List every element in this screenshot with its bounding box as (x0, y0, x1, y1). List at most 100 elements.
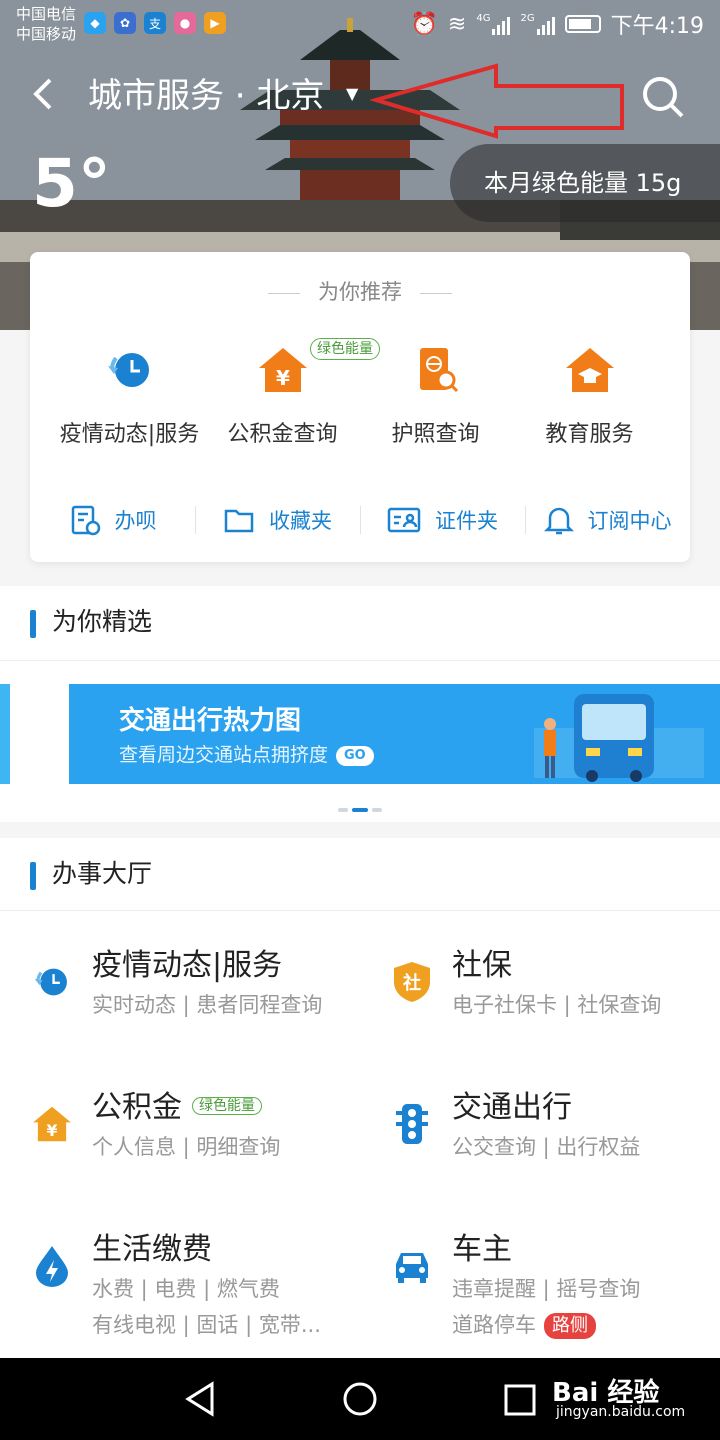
svg-text:¥: ¥ (47, 1121, 58, 1140)
section-marker (30, 610, 36, 638)
signal-4g-icon: 4G (476, 13, 511, 35)
baidu-app-icon: ✿ (114, 12, 136, 34)
yuan-house-icon: ¥ (255, 342, 311, 398)
service-desc: 实时动态 | 患者同程查询 (92, 993, 323, 1017)
featured-header: 为你精选 (0, 586, 720, 658)
search-button[interactable] (640, 74, 688, 122)
quick-favorites[interactable]: 收藏夹 (195, 496, 360, 544)
quick-subscriptions[interactable]: 订阅中心 (525, 496, 690, 544)
shield-icon: 社 (390, 960, 434, 1004)
traffic-light-icon (390, 1102, 434, 1146)
service-name: 疫情动态|服务 (92, 948, 283, 983)
status-bar: 中国电信 中国移动 ◆ ✿ 支 ● ▶ ⏰ ≋ 4G 2G 下午4:19 (0, 0, 720, 48)
hall-header: 办事大厅 (0, 838, 720, 910)
carrier-2: 中国移动 (16, 25, 77, 43)
service-name-text: 公积金 (92, 1090, 182, 1125)
service-desc-2: 道路停车 路侧 (452, 1310, 596, 1340)
signal-2g-icon: 2G (520, 13, 555, 35)
svg-text:¥: ¥ (276, 366, 290, 390)
quick-actions: 办呗 收藏夹 证件夹 订阅中心 (30, 496, 690, 544)
temperature: 5° (32, 145, 111, 222)
service-social-security[interactable]: 社 社保 电子社保卡 | 社保查询 (390, 946, 710, 1076)
section-marker (30, 862, 36, 890)
caret-down-icon[interactable]: ▼ (346, 84, 358, 103)
carousel-dot (372, 808, 382, 812)
quick-label: 办呗 (114, 509, 157, 533)
service-desc: 电子社保卡 | 社保查询 (452, 993, 662, 1017)
city-selector[interactable]: 城市服务 · 北京 (88, 74, 324, 118)
yuan-house-icon: ¥ (30, 1102, 74, 1146)
banner-sub-text: 查看周边交通站点拥挤度 (119, 744, 329, 766)
quick-id-wallet[interactable]: 证件夹 (360, 496, 525, 544)
carrier-info: 中国电信 中国移动 (16, 4, 76, 44)
service-desc-2-text: 道路停车 (452, 1313, 536, 1337)
carousel-dot-active (352, 808, 368, 812)
recommend-item-passport[interactable]: 护照查询 (353, 342, 518, 448)
hall-title: 办事大厅 (52, 859, 153, 888)
wifi-icon: ≋ (447, 11, 467, 37)
id-card-icon (387, 507, 421, 533)
recommend-item-epidemic[interactable]: 疫情动态|服务 (47, 342, 212, 448)
quick-label: 收藏夹 (269, 509, 332, 533)
search-icon (643, 77, 684, 118)
recommend-card: 为你推荐 疫情动态|服务 ¥ 公积金查询 绿色能量 护照查询 教育服务 办呗 收… (30, 252, 690, 562)
featured-title: 为你精选 (52, 607, 153, 636)
service-car-owner[interactable]: 车主 违章提醒 | 摇号查询 道路停车 路侧 (390, 1230, 710, 1360)
service-desc: 水费 | 电费 | 燃气费 (92, 1277, 280, 1301)
service-name: 公积金 绿色能量 (92, 1088, 262, 1128)
bus-illustration (534, 694, 704, 782)
nav-recents-icon[interactable] (502, 1382, 538, 1418)
nav-home-icon[interactable] (341, 1380, 379, 1418)
status-time: 下午4:19 (610, 14, 704, 39)
banner-subtitle: 查看周边交通站点拥挤度 GO (119, 740, 374, 767)
svg-text:社: 社 (403, 972, 421, 994)
service-housing-fund[interactable]: ¥ 公积金 绿色能量 个人信息 | 明细查询 (30, 1088, 350, 1218)
green-energy-pill[interactable]: 本月绿色能量 15g (450, 144, 720, 222)
back-button[interactable] (28, 74, 68, 118)
network-1-label: 4G (476, 13, 491, 24)
folder-icon (224, 509, 254, 533)
banner-title: 交通出行热力图 (119, 706, 302, 736)
service-name: 生活缴费 (92, 1232, 212, 1267)
service-desc-2: 有线电视 | 固话 | 宽带... (92, 1313, 321, 1337)
recommend-item-education[interactable]: 教育服务 (507, 342, 672, 448)
battery-icon (564, 15, 601, 33)
annotation-arrow (370, 63, 624, 139)
carrier-1: 中国电信 (16, 5, 77, 23)
service-desc: 公交查询 | 出行权益 (452, 1135, 641, 1159)
network-2-label: 2G (520, 13, 535, 24)
notification-icons: ◆ ✿ 支 ● ▶ (84, 12, 226, 34)
quick-banbei[interactable]: 办呗 (30, 496, 195, 544)
service-name: 交通出行 (452, 1090, 572, 1125)
alipay-app-icon: 支 (144, 12, 166, 34)
service-transport[interactable]: 交通出行 公交查询 | 出行权益 (390, 1088, 710, 1218)
alarm-icon: ⏰ (410, 11, 438, 37)
service-name: 车主 (452, 1232, 512, 1267)
water-drop-icon (30, 1244, 74, 1288)
clock-refresh-icon (102, 342, 158, 398)
photo-app-icon: ● (174, 12, 196, 34)
service-epidemic[interactable]: 疫情动态|服务 实时动态 | 患者同程查询 (30, 946, 350, 1076)
status-right: ⏰ ≋ 4G 2G 下午4:19 (411, 8, 705, 40)
traffic-heatmap-banner[interactable]: 交通出行热力图 查看周边交通站点拥挤度 GO (69, 684, 720, 784)
prev-banner-edge[interactable] (0, 684, 10, 784)
service-name: 社保 (452, 948, 512, 983)
passport-search-icon (408, 342, 464, 398)
shield-app-icon: ◆ (84, 12, 106, 34)
chevron-left-icon (33, 78, 52, 110)
nav-back-icon[interactable] (182, 1380, 218, 1418)
graduation-house-icon (562, 342, 618, 398)
recommend-label: 疫情动态|服务 (59, 422, 200, 447)
service-desc: 违章提醒 | 摇号查询 (452, 1277, 641, 1301)
car-icon (390, 1244, 434, 1288)
video-app-icon: ▶ (204, 12, 226, 34)
quick-label: 证件夹 (435, 509, 498, 533)
carousel-dots (338, 808, 382, 812)
carousel-dot (338, 808, 348, 812)
recommend-label: 公积金查询 (227, 422, 338, 447)
go-badge: GO (336, 745, 374, 766)
divider (0, 910, 720, 911)
service-utility-payment[interactable]: 生活缴费 水费 | 电费 | 燃气费 有线电视 | 固话 | 宽带... (30, 1230, 350, 1360)
clock-refresh-icon (30, 960, 74, 1004)
roadside-badge: 路侧 (544, 1313, 596, 1339)
